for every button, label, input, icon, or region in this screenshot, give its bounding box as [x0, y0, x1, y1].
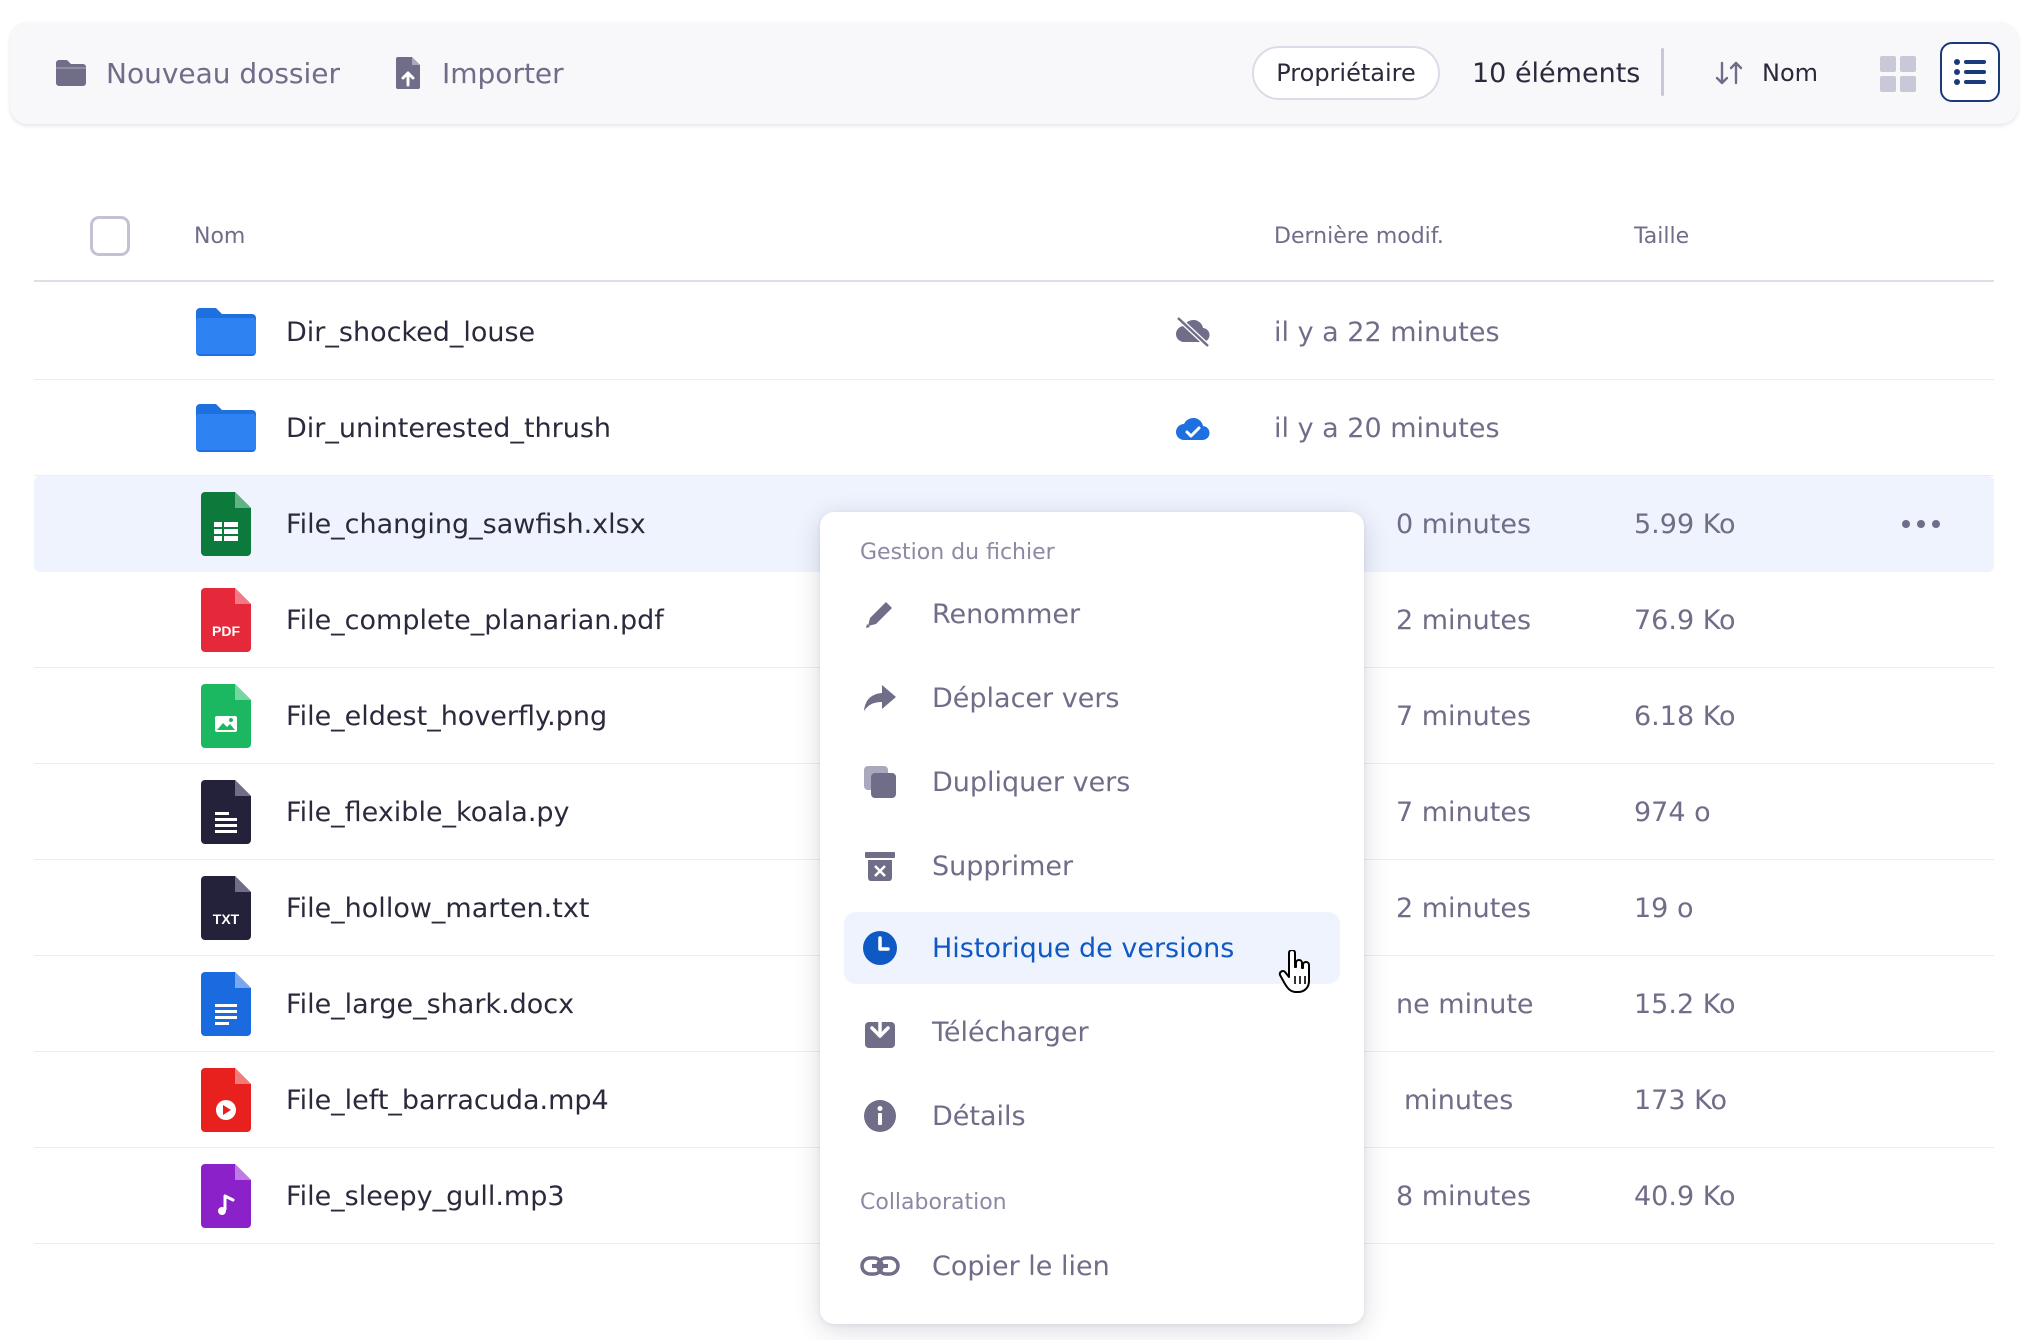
menu-item-label: Copier le lien: [932, 1250, 1110, 1282]
clock-icon: [860, 928, 900, 968]
item-count: 10 éléments: [1472, 57, 1641, 89]
file-size: 173 Ko: [1634, 1084, 1727, 1116]
import-label: Importer: [442, 56, 564, 90]
toolbar: Nouveau dossier Importer Propriétaire 10…: [10, 22, 2018, 124]
file-name: File_flexible_koala.py: [286, 796, 570, 828]
upload-file-icon: [396, 57, 420, 89]
grid-view-icon: [1880, 56, 1916, 92]
hand-cursor-icon: [1278, 949, 1314, 994]
pencil-icon: [860, 594, 900, 634]
table-header: Nom Dernière modif. Taille: [34, 200, 1994, 282]
link-icon: [860, 1246, 900, 1286]
list-view-icon: [1954, 59, 1986, 85]
offline-cloud-icon: [1174, 314, 1212, 350]
menu-item-label: Télécharger: [932, 1016, 1089, 1048]
select-all-checkbox[interactable]: [90, 216, 130, 256]
menu-item-label: Renommer: [932, 598, 1081, 630]
sort-label: Nom: [1762, 59, 1819, 87]
file-modified: il y a 22 minutes: [1274, 316, 1500, 348]
sort-arrows-icon: [1715, 61, 1743, 85]
pdf-file-icon: PDF: [194, 588, 258, 652]
file-modified: ne minute: [1396, 988, 1534, 1020]
folder-icon: [194, 396, 258, 460]
owner-filter-button[interactable]: Propriétaire: [1252, 46, 1440, 100]
menu-item-download[interactable]: Télécharger: [844, 996, 1340, 1068]
file-modified: 2 minutes: [1396, 892, 1532, 924]
context-menu: Gestion du fichier Renommer Déplacer ver…: [820, 512, 1364, 1324]
video-file-icon: [194, 1068, 258, 1132]
move-arrow-icon: [860, 678, 900, 718]
synced-cloud-icon: [1174, 410, 1212, 446]
menu-item-label: Dupliquer vers: [932, 766, 1131, 798]
header-size[interactable]: Taille: [1634, 200, 1689, 272]
document-file-icon: [194, 972, 258, 1036]
file-size: 974 o: [1634, 796, 1711, 828]
menu-section-file-management: Gestion du fichier: [860, 540, 1055, 565]
header-name[interactable]: Nom: [194, 200, 245, 272]
file-name: File_large_shark.docx: [286, 988, 575, 1020]
file-name: Dir_shocked_louse: [286, 316, 536, 348]
file-modified: il y a 20 minutes: [1274, 412, 1500, 444]
file-name: File_hollow_marten.txt: [286, 892, 590, 924]
trash-icon: [860, 846, 900, 886]
file-size: 6.18 Ko: [1634, 700, 1736, 732]
file-size: 5.99 Ko: [1634, 508, 1736, 540]
menu-item-rename[interactable]: Renommer: [844, 578, 1340, 650]
table-row[interactable]: Dir_uninterested_thrush il y a 20 minute…: [34, 380, 1994, 476]
menu-item-version-history[interactable]: Historique de versions: [844, 912, 1340, 984]
more-dots-icon: [1902, 520, 1940, 528]
svg-text:TXT: TXT: [213, 911, 240, 927]
menu-item-label: Supprimer: [932, 850, 1074, 882]
file-name: File_changing_sawfish.xlsx: [286, 508, 646, 540]
menu-item-label: Déplacer vers: [932, 682, 1120, 714]
file-modified: 2 minutes: [1396, 604, 1532, 636]
toolbar-divider: [1661, 48, 1664, 96]
file-name: File_eldest_hoverfly.png: [286, 700, 608, 732]
file-modified: 7 minutes: [1396, 796, 1532, 828]
code-file-icon: [194, 780, 258, 844]
grid-view-button[interactable]: [1876, 52, 1920, 96]
file-size: 19 o: [1634, 892, 1694, 924]
menu-item-copy-link[interactable]: Copier le lien: [844, 1230, 1340, 1302]
svg-text:PDF: PDF: [212, 623, 240, 639]
text-file-icon: TXT: [194, 876, 258, 940]
file-modified: 8 minutes: [1396, 1180, 1532, 1212]
file-modified: minutes: [1404, 1084, 1514, 1116]
menu-item-delete[interactable]: Supprimer: [844, 830, 1340, 902]
audio-file-icon: [194, 1164, 258, 1228]
menu-item-move[interactable]: Déplacer vers: [844, 662, 1340, 734]
new-folder-label: Nouveau dossier: [106, 56, 341, 90]
menu-item-details[interactable]: Détails: [844, 1080, 1340, 1152]
sort-button[interactable]: Nom: [1714, 22, 1818, 124]
file-name: File_left_barracuda.mp4: [286, 1084, 609, 1116]
list-view-button[interactable]: [1940, 42, 2000, 102]
spreadsheet-file-icon: [194, 492, 258, 556]
duplicate-icon: [860, 762, 900, 802]
file-size: 15.2 Ko: [1634, 988, 1736, 1020]
folder-icon: [194, 300, 258, 364]
image-file-icon: [194, 684, 258, 748]
more-actions-button[interactable]: [1896, 504, 1946, 544]
file-name: File_complete_planarian.pdf: [286, 604, 664, 636]
table-row[interactable]: Dir_shocked_louse il y a 22 minutes: [34, 284, 1994, 380]
file-size: 40.9 Ko: [1634, 1180, 1736, 1212]
file-name: File_sleepy_gull.mp3: [286, 1180, 565, 1212]
folder-icon: [56, 60, 86, 86]
file-name: Dir_uninterested_thrush: [286, 412, 612, 444]
info-icon: [860, 1096, 900, 1136]
download-icon: [860, 1012, 900, 1052]
header-modified[interactable]: Dernière modif.: [1274, 200, 1444, 272]
menu-section-collaboration: Collaboration: [860, 1190, 1007, 1215]
new-folder-button[interactable]: Nouveau dossier: [54, 22, 340, 124]
menu-item-label: Historique de versions: [932, 932, 1235, 964]
import-button[interactable]: Importer: [394, 22, 564, 124]
file-size: 76.9 Ko: [1634, 604, 1736, 636]
menu-item-duplicate[interactable]: Dupliquer vers: [844, 746, 1340, 818]
menu-item-label: Détails: [932, 1100, 1026, 1132]
file-modified: 7 minutes: [1396, 700, 1532, 732]
file-modified: 0 minutes: [1396, 508, 1532, 540]
